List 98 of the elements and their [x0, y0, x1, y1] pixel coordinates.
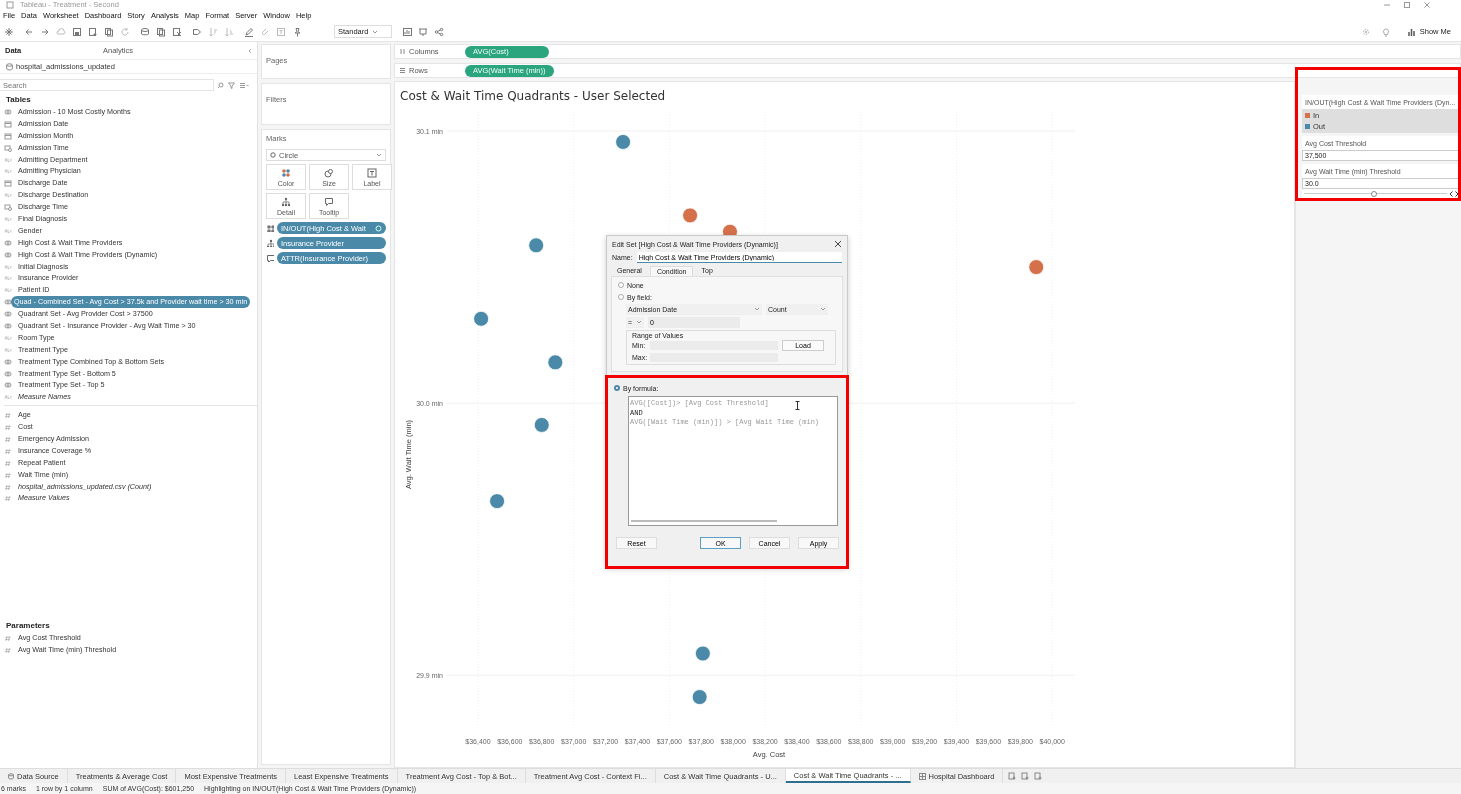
pen-icon[interactable]: [244, 26, 254, 37]
text-box-icon: [367, 167, 377, 178]
data-point[interactable]: [473, 310, 490, 327]
cloud-icon[interactable]: [56, 26, 66, 37]
circle-icon: [270, 152, 276, 158]
string-type-icon: [4, 214, 12, 223]
slider-thumb[interactable]: [1371, 190, 1378, 197]
radio-button[interactable]: [614, 385, 620, 391]
color-dots-icon: [266, 224, 274, 232]
clear-sheet-icon[interactable]: [172, 26, 182, 37]
string-type-icon: [4, 286, 12, 295]
data-point[interactable]: [694, 645, 711, 662]
list-menu-icon[interactable]: [239, 81, 249, 89]
tag-icon[interactable]: [192, 26, 202, 37]
calendar-icon: [4, 131, 12, 140]
data-point[interactable]: [691, 689, 708, 705]
new-sheet-icon[interactable]: [1008, 772, 1017, 780]
chevron-right-icon[interactable]: [1455, 190, 1459, 197]
bar-chart-icon: [1406, 26, 1417, 37]
data-point[interactable]: [528, 237, 545, 254]
data-point[interactable]: [547, 354, 564, 371]
hash-icon: [4, 634, 12, 643]
right-arrow-icon[interactable]: [40, 26, 50, 37]
caret-icon: [820, 306, 826, 312]
new-sheet-icon[interactable]: [88, 26, 98, 37]
string-type-icon: [4, 345, 12, 354]
set-icon: [375, 224, 382, 232]
duplicate-icon[interactable]: [156, 26, 166, 37]
color-dots-icon: [281, 167, 291, 178]
hash-icon: [4, 435, 12, 443]
calendar-icon: [4, 179, 12, 188]
paperclip-icon[interactable]: [260, 26, 270, 37]
filter-icon[interactable]: [228, 81, 235, 89]
string-type-icon: [4, 333, 12, 342]
caret-icon: [754, 306, 760, 312]
maximize-icon[interactable]: [1403, 0, 1411, 9]
hash-icon: [4, 494, 12, 503]
size-circles-icon: [324, 167, 334, 178]
scrollbar[interactable]: [631, 520, 777, 522]
new-story-icon[interactable]: [1034, 772, 1043, 780]
hash-icon: [4, 470, 12, 479]
text-cursor-icon: [795, 401, 800, 410]
hierarchy-dots-icon: [266, 239, 274, 247]
hash-icon: [4, 423, 12, 432]
database-icon: [6, 62, 13, 71]
caret-icon: [636, 319, 642, 325]
string-type-icon: [4, 274, 12, 283]
database-icon: [8, 772, 14, 780]
hash-icon: [4, 458, 12, 467]
string-type-icon: [4, 393, 12, 402]
close-icon[interactable]: [834, 240, 842, 248]
collapse-icon[interactable]: [247, 46, 253, 55]
app-icon: [6, 0, 14, 9]
presentation-icon[interactable]: [418, 26, 428, 37]
string-type-icon: [4, 167, 12, 176]
hash-icon: [4, 411, 12, 420]
section-heading: Tables: [5, 94, 32, 106]
search-icon[interactable]: [217, 81, 224, 89]
text-box-icon[interactable]: [276, 26, 286, 37]
data-point[interactable]: [615, 134, 631, 150]
radio-button[interactable]: [618, 294, 624, 300]
refresh-icon[interactable]: [120, 26, 130, 37]
data-source-icon[interactable]: [140, 26, 150, 37]
clock-icon: [4, 203, 12, 212]
left-arrow-icon[interactable]: [24, 26, 34, 37]
hash-icon: [4, 482, 12, 491]
data-point[interactable]: [533, 417, 550, 433]
string-type-icon: [4, 262, 12, 271]
string-type-icon: [4, 226, 12, 235]
new-dashboard-icon[interactable]: [1021, 772, 1030, 780]
speech-bubble-icon: [324, 196, 334, 207]
chevron-left-icon[interactable]: [1449, 190, 1453, 197]
grid-icon: [918, 772, 926, 780]
set-icon: [4, 107, 12, 116]
share-icon[interactable]: [434, 26, 444, 37]
calendar-icon: [4, 119, 12, 128]
hierarchy-dots-icon: [281, 196, 291, 207]
caret-icon: [376, 152, 382, 158]
settings-icon[interactable]: [1360, 26, 1371, 37]
speech-bubble-icon: [266, 254, 274, 262]
duplicate-icon[interactable]: [104, 26, 114, 37]
lightbulb-icon[interactable]: [1380, 26, 1391, 37]
chart-title: Cost & Wait Time Quadrants - User Selected: [399, 88, 667, 105]
clock-icon: [4, 143, 12, 152]
section-heading: Parameters: [5, 620, 51, 633]
data-point[interactable]: [1028, 259, 1045, 275]
data-point[interactable]: [489, 493, 505, 510]
caret-icon: [372, 28, 379, 35]
string-type-icon: [4, 155, 12, 164]
radio-button[interactable]: [618, 282, 624, 288]
pin-icon[interactable]: [292, 26, 302, 37]
tableau-logo-icon[interactable]: [4, 26, 14, 37]
string-type-icon: [4, 191, 12, 200]
data-point[interactable]: [682, 207, 698, 224]
hash-icon: [4, 646, 12, 655]
save-icon[interactable]: [72, 26, 82, 37]
chart-icon[interactable]: [402, 26, 412, 37]
hash-icon: [4, 446, 12, 455]
